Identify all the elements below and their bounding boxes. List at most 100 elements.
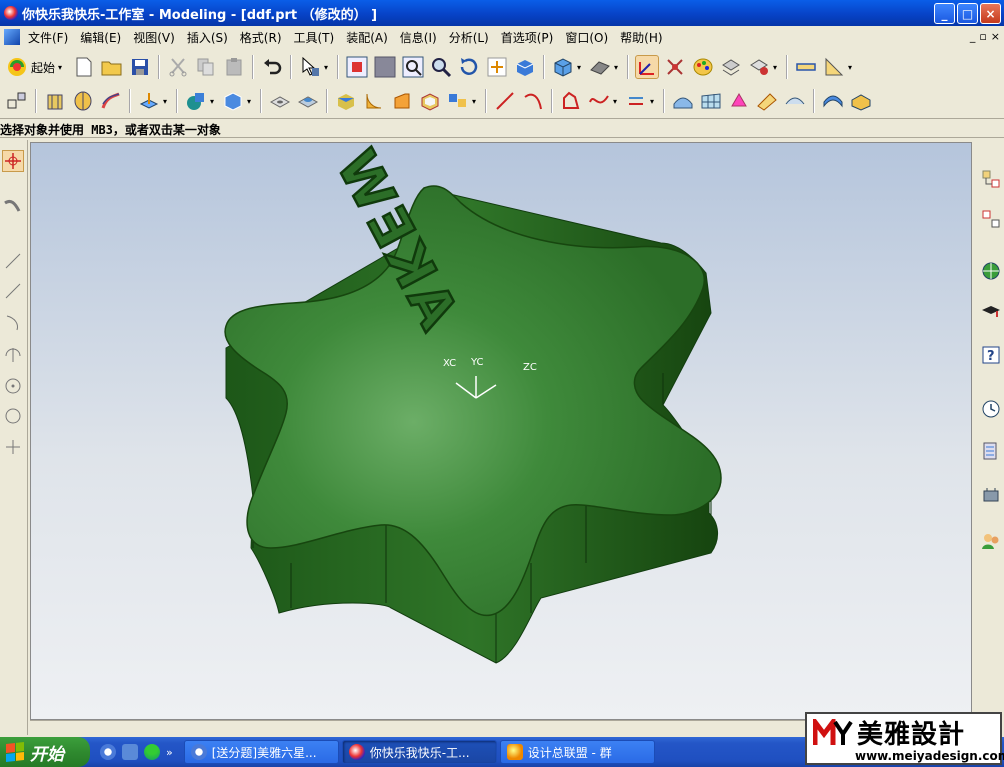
chevron-down-icon[interactable]: ▾ — [773, 63, 780, 72]
chevron-down-icon[interactable]: ▾ — [613, 97, 620, 106]
menu-assembly[interactable]: 装配(A) — [340, 29, 394, 46]
primitive-button[interactable] — [184, 89, 208, 113]
sew-button[interactable] — [755, 89, 779, 113]
chevron-down-icon[interactable]: ▾ — [324, 63, 331, 72]
offset-surface-button[interactable] — [849, 89, 873, 113]
doc-minimize-button[interactable]: _ — [970, 30, 976, 43]
measure-angle-button[interactable] — [822, 55, 846, 79]
chevron-down-icon[interactable]: ▾ — [614, 63, 621, 72]
umbrella-icon[interactable] — [144, 744, 160, 760]
curve-button[interactable] — [559, 89, 583, 113]
surface-button[interactable] — [671, 89, 695, 113]
chevron-down-icon[interactable]: ▾ — [848, 63, 855, 72]
process-studio-tab[interactable] — [980, 485, 1002, 507]
offset-curve-button[interactable] — [624, 89, 648, 113]
chevron-right-icon[interactable]: » — [166, 746, 173, 759]
chevron-down-icon[interactable]: ▾ — [58, 63, 65, 72]
undo-button[interactable] — [260, 55, 284, 79]
roles-tab[interactable] — [980, 530, 1002, 552]
menu-edit[interactable]: 编辑(E) — [74, 29, 127, 46]
datum-plane-button[interactable] — [137, 89, 161, 113]
chamfer-button[interactable] — [390, 89, 414, 113]
trim-sheet-button[interactable] — [783, 89, 807, 113]
zoom-button[interactable] — [401, 55, 425, 79]
chevron-down-icon[interactable]: ▾ — [163, 97, 170, 106]
menu-help[interactable]: 帮助(H) — [614, 29, 668, 46]
graphics-window[interactable]: AKEW XC YC ZC — [30, 142, 972, 720]
arc-button[interactable] — [521, 89, 545, 113]
thicken-button[interactable] — [821, 89, 845, 113]
measure-distance-button[interactable] — [794, 55, 818, 79]
menu-view[interactable]: 视图(V) — [127, 29, 181, 46]
menu-insert[interactable]: 插入(S) — [181, 29, 234, 46]
task-browser[interactable]: [送分题]美雅六星... — [183, 740, 339, 764]
arc-tool-button[interactable] — [2, 312, 24, 334]
pocket-button[interactable] — [334, 89, 358, 113]
zoom-window-button[interactable] — [373, 55, 397, 79]
chevron-down-icon[interactable]: ▾ — [472, 97, 479, 106]
orient-view-button[interactable] — [551, 55, 575, 79]
menu-preferences[interactable]: 首选项(P) — [495, 29, 560, 46]
menu-info[interactable]: 信息(I) — [394, 29, 443, 46]
system-materials-tab[interactable] — [980, 440, 1002, 462]
menu-format[interactable]: 格式(R) — [234, 29, 288, 46]
desktop-icon[interactable] — [122, 744, 138, 760]
open-file-button[interactable] — [100, 55, 124, 79]
chevron-down-icon[interactable]: ▾ — [210, 97, 217, 106]
save-button[interactable] — [128, 55, 152, 79]
menu-tools[interactable]: 工具(T) — [288, 29, 341, 46]
palette-button[interactable] — [691, 55, 715, 79]
new-file-button[interactable] — [72, 55, 96, 79]
sketch-button[interactable] — [5, 89, 29, 113]
copy-button[interactable] — [194, 55, 218, 79]
sweep-button[interactable] — [99, 89, 123, 113]
task-nx[interactable]: 你快乐我快乐-工... — [341, 740, 497, 764]
web-browser-tab[interactable] — [980, 260, 1002, 282]
render-style-button[interactable] — [588, 55, 612, 79]
mesh-surface-button[interactable] — [699, 89, 723, 113]
history-tab[interactable] — [980, 398, 1002, 420]
chevron-down-icon[interactable]: ▾ — [650, 97, 657, 106]
block-button[interactable] — [221, 89, 245, 113]
start-application-button[interactable]: 起始 ▾ — [3, 56, 70, 78]
doc-close-button[interactable]: × — [991, 30, 1000, 43]
wcs-button[interactable] — [635, 55, 660, 79]
arc-center-button[interactable] — [2, 344, 24, 366]
object-display-button[interactable] — [747, 55, 771, 79]
training-tab[interactable] — [980, 302, 1002, 324]
bridge-surface-button[interactable] — [727, 89, 751, 113]
hole-button[interactable] — [268, 89, 292, 113]
shaded-view-button[interactable] — [513, 55, 537, 79]
task-chat[interactable]: 设计总联盟 - 群 — [499, 740, 655, 764]
assembly-navigator-tab[interactable] — [980, 168, 1002, 190]
point-tool-button[interactable] — [2, 436, 24, 458]
shell-button[interactable] — [418, 89, 442, 113]
line-point-button[interactable] — [2, 280, 24, 302]
line-tool-button[interactable] — [2, 250, 24, 272]
circle-center-button[interactable] — [2, 375, 24, 397]
extrude-button[interactable] — [43, 89, 67, 113]
menu-analysis[interactable]: 分析(L) — [443, 29, 495, 46]
menu-file[interactable]: 文件(F) — [22, 29, 74, 46]
zoom-in-out-button[interactable] — [429, 55, 453, 79]
maximize-button[interactable]: □ — [957, 3, 978, 24]
chevron-down-icon[interactable]: ▾ — [577, 63, 584, 72]
close-button[interactable]: × — [980, 3, 1001, 24]
maxthon-icon[interactable] — [100, 744, 116, 760]
chevron-down-icon[interactable]: ▾ — [247, 97, 254, 106]
rotate-button[interactable] — [457, 55, 481, 79]
edge-blend-button[interactable] — [362, 89, 386, 113]
model-canvas[interactable]: AKEW XC YC ZC — [31, 143, 972, 720]
paste-button[interactable] — [222, 55, 246, 79]
spline-button[interactable] — [587, 89, 611, 113]
part-navigator-tab[interactable] — [980, 208, 1002, 230]
route-button[interactable] — [2, 196, 24, 218]
circle-button[interactable] — [2, 405, 24, 427]
minimize-button[interactable]: _ — [934, 3, 955, 24]
menu-window[interactable]: 窗口(O) — [559, 29, 614, 46]
layer-button[interactable] — [719, 55, 743, 79]
point-constructor-button[interactable] — [663, 55, 687, 79]
revolve-button[interactable] — [71, 89, 95, 113]
doc-restore-button[interactable]: ▫ — [979, 30, 986, 43]
snap-point-button[interactable] — [2, 150, 24, 172]
